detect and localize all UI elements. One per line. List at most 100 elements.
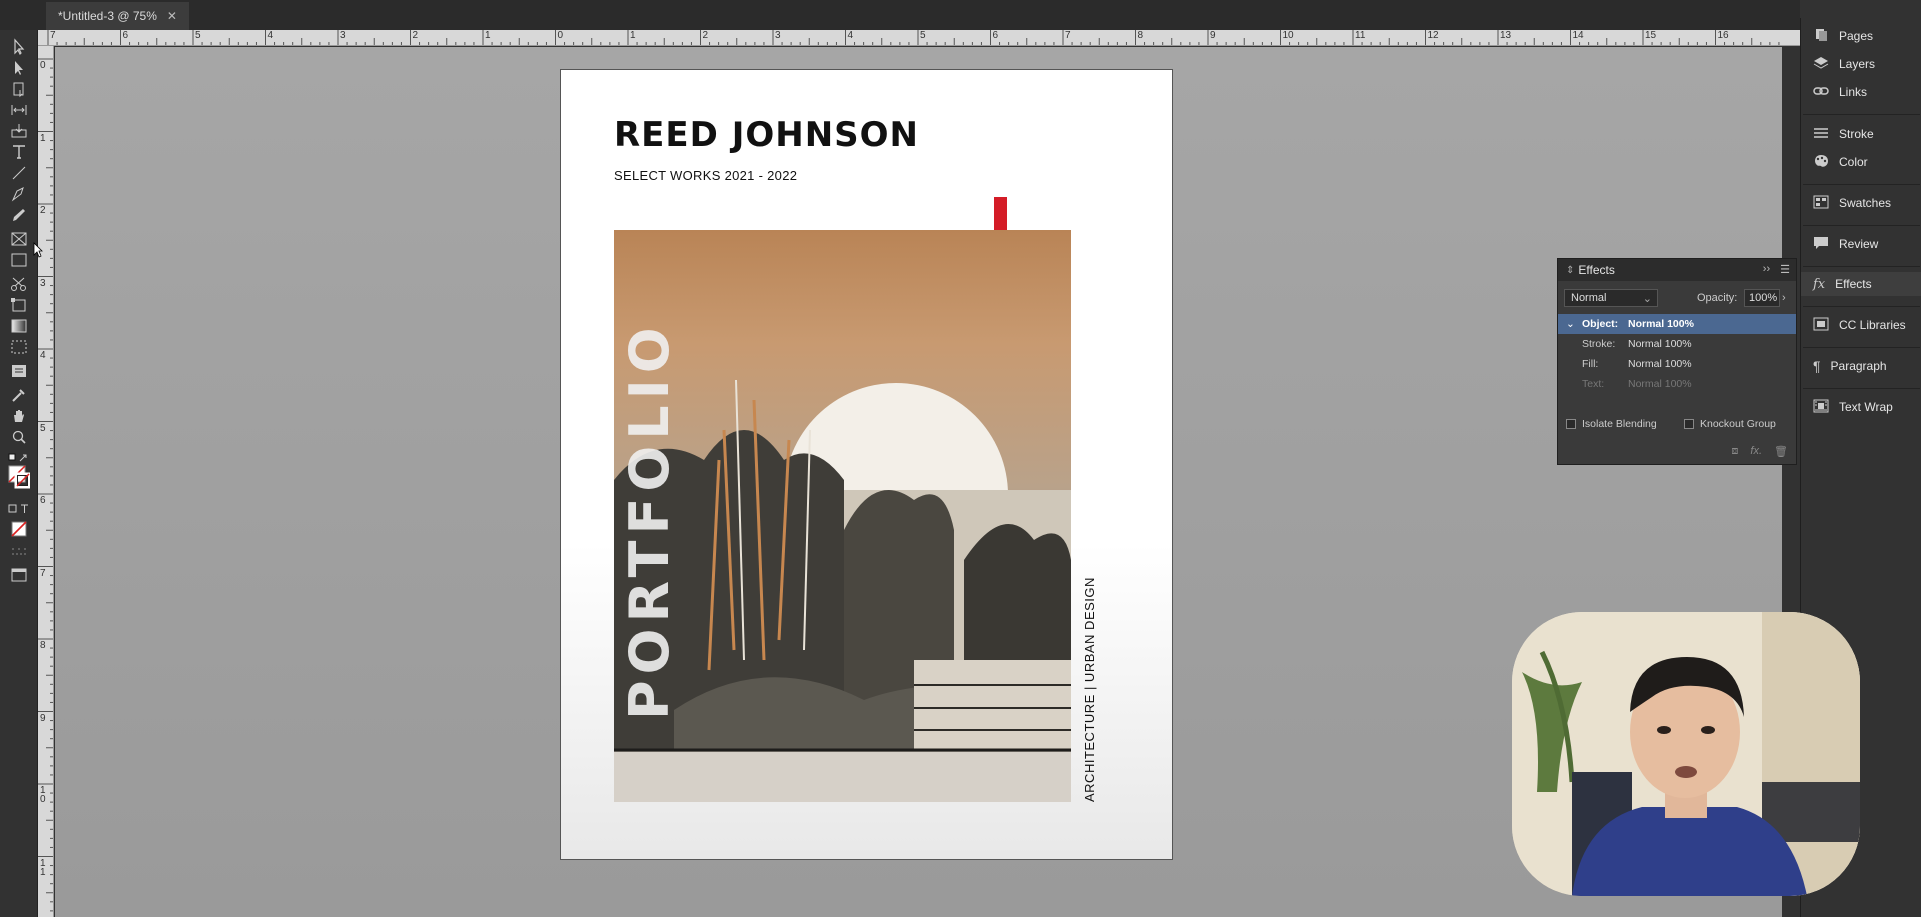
isolate-blending-label: Isolate Blending [1582,418,1657,430]
ruler-tick-label: 4 [40,350,46,361]
ruler-tick-label: 9 [1210,30,1216,41]
dock-label: Pages [1839,29,1874,43]
effects-row-key: Object: [1582,318,1619,330]
dock-label: Swatches [1839,196,1892,210]
ruler-tick-label: 2 [702,30,709,41]
effects-row-fill[interactable]: Fill: Normal 100% [1558,354,1796,374]
effects-row-stroke[interactable]: Stroke: Normal 100% [1558,334,1796,354]
document-tab[interactable]: *Untitled-3 @ 75% ✕ [46,2,189,30]
formatting-affects-container-icon[interactable] [8,500,30,514]
effects-row-key: Text: [1582,378,1605,390]
layers-icon [1813,56,1829,73]
eyedropper-tool-icon[interactable] [8,386,30,404]
ruler-tick-label: 8 [1137,30,1144,41]
opacity-input[interactable]: 100% [1744,289,1780,307]
gap-tool-icon[interactable] [8,101,30,119]
effects-row-object[interactable]: ⌄ Object: Normal 100% [1558,314,1796,334]
paragraph-icon: ¶ [1813,358,1821,374]
page-title[interactable]: REED JOHNSON [614,115,919,155]
disclosure-triangle-icon[interactable]: ⌄ [1566,318,1575,330]
checkbox-box[interactable] [1684,419,1694,429]
opacity-slider-arrow-icon[interactable]: › [1782,289,1794,307]
effects-panel: ⇕ Effects ›› ☰ Normal ⌄ Opacity: 100% › … [1557,258,1797,465]
dock-layers[interactable]: Layers [1801,52,1921,76]
dock-color[interactable]: Color [1801,150,1921,174]
dock-paragraph[interactable]: ¶ Paragraph [1801,354,1921,378]
pen-tool-icon[interactable] [8,185,30,203]
fill-stroke-swatch-icon[interactable] [8,465,31,495]
dock-label: Color [1839,155,1868,169]
expand-panel-icon[interactable]: ›› [1763,263,1770,276]
effects-row-value: Normal 100% [1628,358,1692,370]
document-page[interactable]: REED JOHNSON SELECT WORKS 2021 - 2022 PO… [560,69,1173,860]
ruler-tick-label: 1 [485,30,491,41]
ruler-tick-label: 3 [775,30,781,41]
close-tab-icon[interactable]: ✕ [167,2,177,30]
hand-tool-icon[interactable] [8,407,30,425]
text-wrap-icon [1813,399,1829,416]
type-tool-icon[interactable] [8,143,30,161]
scissors-tool-icon[interactable] [8,275,30,293]
page-subtitle[interactable]: SELECT WORKS 2021 - 2022 [614,168,797,183]
dock-review[interactable]: Review [1801,232,1921,256]
rectangle-frame-tool-icon[interactable] [8,230,30,248]
dock-effects[interactable]: fx Effects [1801,272,1921,296]
apply-none-icon[interactable] [8,520,30,538]
clear-effects-icon[interactable]: ⧈ [1731,445,1738,458]
free-transform-tool-icon[interactable] [8,296,30,314]
zoom-tool-icon[interactable] [8,428,30,446]
gradient-swatch-tool-icon[interactable] [8,317,30,335]
blend-mode-value: Normal [1571,292,1607,304]
dock-cc-libraries[interactable]: CC Libraries [1801,313,1921,337]
isolate-blending-checkbox[interactable]: Isolate Blending [1566,418,1657,430]
cover-photo[interactable]: PORTFOLIO [614,230,1071,802]
gradient-feather-tool-icon[interactable] [8,338,30,356]
ruler-tick-label: 12 [1427,30,1439,41]
document-tab-bar: *Untitled-3 @ 75% ✕ [0,0,1800,30]
knockout-group-checkbox[interactable]: Knockout Group [1684,418,1776,430]
page-tool-icon[interactable] [8,80,30,98]
webcam-overlay [1512,612,1860,896]
dock-stroke[interactable]: Stroke [1801,122,1921,146]
effects-row-key: Fill: [1582,358,1599,370]
chevron-down-icon: ⌄ [1642,293,1652,305]
dock-label: Effects [1835,277,1872,291]
rectangle-tool-icon[interactable] [8,251,30,269]
normal-view-icon[interactable] [8,544,30,562]
ruler-tick-label: 14 [1572,30,1584,41]
direct-selection-tool-icon[interactable] [8,59,30,77]
effects-row-value: Normal 100% [1628,378,1692,390]
checkbox-box[interactable] [1566,419,1576,429]
collapse-icon[interactable]: ⇕ [1566,265,1574,276]
pencil-tool-icon[interactable] [8,206,30,224]
side-caption[interactable]: ARCHITECTURE | URBAN DESIGN [1082,577,1097,802]
ruler-tick-label: 1 [40,132,46,144]
add-effect-icon[interactable]: fx. [1750,445,1762,458]
dock-swatches[interactable]: Swatches [1801,191,1921,215]
note-tool-icon[interactable] [8,362,30,380]
color-icon [1813,154,1829,171]
cover-photo-artwork [614,379,1071,802]
ruler-tick-label: 9 [40,712,46,724]
horizontal-ruler[interactable]: 7 6 5 4 3 2 1 0 1 2 3 4 5 6 7 8 9 10 11 12 13 14 15 16 [38,30,1800,46]
content-collector-tool-icon[interactable] [8,122,30,140]
dock-text-wrap[interactable]: Text Wrap [1801,395,1921,419]
portfolio-vertical-text[interactable]: PORTFOLIO [618,321,681,720]
effects-row-value: Normal 100% [1628,338,1692,350]
ruler-tick-label: 5 [40,422,46,434]
effects-panel-header[interactable]: ⇕ Effects ›› ☰ [1558,259,1796,281]
default-fill-stroke-icon[interactable] [8,450,30,462]
dock-pages[interactable]: Pages [1801,24,1921,48]
line-tool-icon[interactable] [8,164,30,182]
screen-mode-icon[interactable] [8,566,30,584]
trash-icon[interactable]: 🗑 [1774,445,1788,458]
dock-links[interactable]: Links [1801,80,1921,104]
ruler-tick-label: 0 [40,60,46,71]
pages-icon [1813,28,1829,45]
blend-mode-select[interactable]: Normal ⌄ [1564,289,1658,307]
effects-row-text: Text: Normal 100% [1558,374,1796,394]
vertical-ruler[interactable]: 0 1 2 3 4 5 6 7 8 9 1 0 1 1 [38,46,54,917]
panel-menu-icon[interactable]: ☰ [1780,263,1790,276]
opacity-label: Opacity: [1697,292,1738,304]
selection-tool-icon[interactable] [8,38,30,56]
